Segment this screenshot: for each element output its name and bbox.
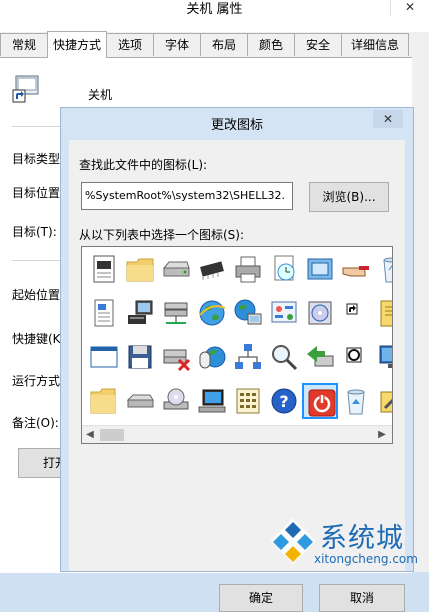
network-drive-icon[interactable]: [158, 295, 194, 331]
disconnected-drive-icon[interactable]: [158, 339, 194, 375]
shortcut-icon: [12, 74, 40, 104]
dialog-titlebar: 更改图标 ✕: [61, 108, 413, 140]
dialog-body: 查找此文件中的图标(L): %SystemRoot%\system32\SHEL…: [69, 140, 405, 612]
svg-text:?: ?: [279, 392, 288, 411]
watermark: 系统城 xitongcheng.com: [262, 512, 429, 572]
dialog-title: 更改图标: [210, 118, 263, 133]
recycle-bin-icon[interactable]: [374, 251, 392, 287]
export-arrow-icon[interactable]: [302, 339, 338, 375]
folder-open-icon[interactable]: [86, 383, 122, 419]
hand-icon[interactable]: [338, 251, 374, 287]
target-location-label: 目标位置: [12, 186, 61, 200]
network-globe-icon[interactable]: [230, 295, 266, 331]
properties-close-button[interactable]: ✕: [390, 0, 429, 16]
printer-icon[interactable]: [230, 251, 266, 287]
tab-options[interactable]: 选项: [106, 33, 154, 56]
watermark-url: xitongcheng.com: [314, 552, 418, 566]
tab-layout[interactable]: 布局: [200, 33, 248, 56]
horizontal-scrollbar[interactable]: ◀ ▶: [82, 425, 392, 443]
close-icon: ✕: [404, 0, 416, 14]
target-label: 目标(T):: [12, 225, 57, 239]
help-icon[interactable]: ?: [266, 383, 302, 419]
drive-icon[interactable]: [158, 251, 194, 287]
chip-icon[interactable]: [194, 251, 230, 287]
scroll-left-icon[interactable]: ◀: [82, 426, 98, 443]
watermark-logo-icon: [270, 518, 316, 564]
icon-file-path-input[interactable]: %SystemRoot%\system32\SHELL32.: [81, 182, 293, 210]
window-frame-icon[interactable]: [302, 251, 338, 287]
comment-label: 备注(O):: [12, 416, 59, 430]
disc-drive-icon[interactable]: [158, 383, 194, 419]
tab-general[interactable]: 常规: [0, 33, 48, 56]
tab-shortcut[interactable]: 快捷方式: [47, 31, 107, 58]
dialog-close-button[interactable]: ✕: [373, 110, 403, 128]
tab-colors[interactable]: 颜色: [247, 33, 295, 56]
floppy-icon[interactable]: [122, 339, 158, 375]
tools-icon[interactable]: [374, 383, 392, 419]
scrollbar-thumb[interactable]: [100, 429, 124, 441]
recycle-bin-full-icon[interactable]: [338, 383, 374, 419]
start-in-label: 起始位置: [12, 288, 61, 302]
tab-security[interactable]: 安全: [294, 33, 342, 56]
watermark-text: 系统城: [320, 523, 404, 554]
browse-button[interactable]: 浏览(B)...: [309, 182, 389, 212]
icon-list[interactable]: ? ◀ ▶: [81, 246, 393, 444]
folder-icon[interactable]: [122, 251, 158, 287]
computer-icon[interactable]: [122, 295, 158, 331]
shortcut-name: 关机: [88, 88, 113, 102]
desktop-monitor-icon[interactable]: [194, 383, 230, 419]
scroll-right-icon[interactable]: ▶: [374, 426, 390, 443]
properties-titlebar: 关机 属性 ✕: [0, 0, 429, 32]
lookup-file-label: 查找此文件中的图标(L):: [79, 158, 208, 172]
cancel-button[interactable]: 取消: [319, 584, 405, 612]
monitor-icon[interactable]: [374, 339, 392, 375]
target-type-label: 目标类型: [12, 152, 61, 166]
close-icon: ✕: [382, 112, 394, 126]
control-panel-icon[interactable]: [266, 295, 302, 331]
properties-title: 关机 属性: [186, 2, 243, 17]
network-icon[interactable]: [230, 339, 266, 375]
clock-document-icon[interactable]: [266, 251, 302, 287]
tab-font[interactable]: 字体: [153, 33, 201, 56]
run-label: 运行方式: [12, 374, 61, 388]
shortcut-key-label: 快捷键(K: [12, 332, 61, 346]
change-icon-dialog: 更改图标 ✕ 查找此文件中的图标(L): %SystemRoot%\system…: [60, 107, 414, 612]
notepad-icon[interactable]: [374, 295, 392, 331]
grid-document-icon[interactable]: [230, 383, 266, 419]
ok-button[interactable]: 确定: [219, 584, 303, 612]
shortcut-arrow-icon[interactable]: [338, 295, 374, 331]
mouse-globe-icon[interactable]: [194, 339, 230, 375]
application-window-icon[interactable]: [86, 339, 122, 375]
power-icon[interactable]: [302, 383, 338, 419]
clock-small-icon[interactable]: [338, 339, 374, 375]
document-icon[interactable]: [86, 251, 122, 287]
magnifier-icon[interactable]: [266, 339, 302, 375]
properties-tabs: 常规 快捷方式 选项 字体 布局 颜色 安全 详细信息: [0, 31, 429, 58]
tab-details[interactable]: 详细信息: [341, 33, 409, 56]
select-icon-label: 从以下列表中选择一个图标(S):: [79, 228, 245, 242]
cd-icon[interactable]: [302, 295, 338, 331]
text-document-icon[interactable]: [86, 295, 122, 331]
globe-icon[interactable]: [194, 295, 230, 331]
hard-drive-icon[interactable]: [122, 383, 158, 419]
